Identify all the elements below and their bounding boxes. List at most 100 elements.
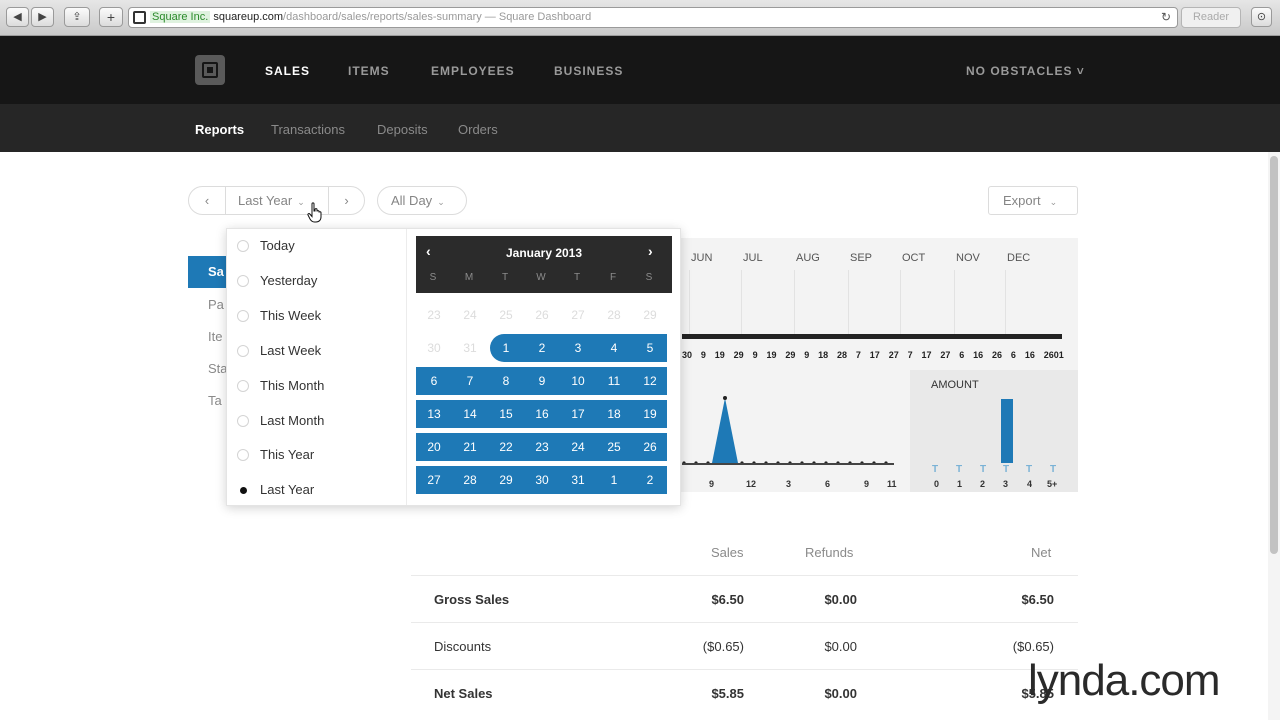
nav-business[interactable]: BUSINESS <box>554 64 623 78</box>
month-label: JUN <box>691 252 713 264</box>
calendar-day[interactable]: 27 <box>416 466 452 494</box>
amount-label: 5+ <box>1047 479 1058 489</box>
address-bar[interactable]: Square Inc. squareup.com/dashboard/sales… <box>128 7 1178 28</box>
amount-label: 1 <box>957 479 963 489</box>
radio-icon[interactable] <box>237 275 249 287</box>
preset-yesterday[interactable]: Yesterday <box>235 266 405 296</box>
subnav-reports[interactable]: Reports <box>195 122 244 137</box>
calendar-day[interactable]: 20 <box>416 433 452 461</box>
calendar-day[interactable]: 3 <box>560 334 596 362</box>
amount-label: 2 <box>980 479 986 489</box>
reader-button[interactable]: Reader <box>1181 7 1241 28</box>
square-logo-icon[interactable] <box>195 55 225 85</box>
preset-last-month[interactable]: Last Month <box>235 406 405 436</box>
calendar-day[interactable]: 30 <box>524 466 560 494</box>
calendar-day[interactable]: 23 <box>416 301 452 329</box>
reload-icon[interactable]: ↻ <box>1161 8 1171 27</box>
forward-button[interactable]: ▶ <box>31 7 54 27</box>
radio-icon[interactable] <box>237 240 249 252</box>
previous-range-button[interactable]: ‹ <box>188 186 226 215</box>
calendar-day[interactable]: 18 <box>596 400 632 428</box>
calendar-day[interactable]: 27 <box>560 301 596 329</box>
calendar-day[interactable]: 29 <box>632 301 668 329</box>
preset-last-week[interactable]: Last Week <box>235 336 405 366</box>
calendar-day[interactable]: 30 <box>416 334 452 362</box>
downloads-icon[interactable]: ⊙ <box>1251 7 1272 27</box>
side-menu-item[interactable]: Ta <box>208 393 222 408</box>
sub-navigation: Reports Transactions Deposits Orders <box>0 104 1280 152</box>
calendar-day[interactable]: 29 <box>488 466 524 494</box>
gridline <box>848 270 849 334</box>
calendar-day[interactable]: 14 <box>452 400 488 428</box>
calendar-day[interactable]: 21 <box>452 433 488 461</box>
subnav-transactions[interactable]: Transactions <box>271 122 345 137</box>
calendar-next-month-icon[interactable]: › <box>648 243 653 259</box>
back-button[interactable]: ◀ <box>6 7 29 27</box>
radio-icon[interactable] <box>237 310 249 322</box>
calendar-day[interactable]: 12 <box>632 367 668 395</box>
timeline-bar[interactable] <box>682 334 1062 339</box>
nav-employees[interactable]: EMPLOYEES <box>431 64 515 78</box>
calendar-day[interactable]: 25 <box>596 433 632 461</box>
preset-today[interactable]: Today <box>235 231 405 261</box>
calendar-day[interactable]: 1 <box>488 334 524 362</box>
calendar-day[interactable]: 2 <box>524 334 560 362</box>
page-scrollbar-thumb[interactable] <box>1270 156 1278 554</box>
calendar-day[interactable]: 13 <box>416 400 452 428</box>
calendar-day[interactable]: 2 <box>632 466 668 494</box>
calendar-day[interactable]: 22 <box>488 433 524 461</box>
calendar-day[interactable]: 5 <box>632 334 668 362</box>
radio-icon[interactable] <box>237 380 249 392</box>
calendar-day[interactable]: 7 <box>452 367 488 395</box>
calendar-day[interactable]: 1 <box>596 466 632 494</box>
row-label: Net Sales <box>434 686 493 701</box>
subnav-deposits[interactable]: Deposits <box>377 122 428 137</box>
calendar-day[interactable]: 26 <box>524 301 560 329</box>
timeline-tick: 19 <box>714 350 725 360</box>
calendar-day[interactable]: 11 <box>596 367 632 395</box>
calendar-day[interactable]: 10 <box>560 367 596 395</box>
radio-selected-icon[interactable] <box>237 484 249 496</box>
radio-icon[interactable] <box>237 345 249 357</box>
calendar-day[interactable]: 24 <box>560 433 596 461</box>
next-range-button[interactable]: › <box>328 186 365 215</box>
preset-this-week[interactable]: This Week <box>235 301 405 331</box>
calendar-day[interactable]: 16 <box>524 400 560 428</box>
calendar-day[interactable]: 24 <box>452 301 488 329</box>
calendar-header: ‹ January 2013 › S M T W T F S <box>416 236 672 293</box>
preset-this-month[interactable]: This Month <box>235 371 405 401</box>
calendar-day[interactable]: 15 <box>488 400 524 428</box>
calendar-day[interactable]: 28 <box>596 301 632 329</box>
timeline-tick: 9 <box>752 350 758 360</box>
time-of-day-select[interactable]: All Day ⌄ <box>377 186 467 215</box>
preset-this-year[interactable]: This Year <box>235 440 405 470</box>
preset-last-year[interactable]: Last Year <box>235 475 405 505</box>
calendar-day[interactable]: 6 <box>416 367 452 395</box>
account-menu[interactable]: NO OBSTACLES ˅ <box>966 64 1085 78</box>
new-tab-button[interactable]: + <box>99 7 123 27</box>
side-menu-item[interactable]: Pa <box>208 297 224 312</box>
timeline-tick: 9 <box>700 350 706 360</box>
calendar-day[interactable]: 17 <box>560 400 596 428</box>
side-menu-item[interactable]: Ite <box>208 329 222 344</box>
calendar-day[interactable]: 31 <box>452 334 488 362</box>
nav-items[interactable]: ITEMS <box>348 64 390 78</box>
side-menu-item[interactable]: Sta <box>208 361 228 376</box>
radio-icon[interactable] <box>237 415 249 427</box>
calendar-day[interactable]: 26 <box>632 433 668 461</box>
preset-label: Last Week <box>260 343 322 358</box>
subnav-orders[interactable]: Orders <box>458 122 498 137</box>
export-button[interactable]: Export ⌄ <box>988 186 1078 215</box>
radio-icon[interactable] <box>237 449 249 461</box>
nav-sales[interactable]: SALES <box>265 64 310 78</box>
calendar-day[interactable]: 19 <box>632 400 668 428</box>
share-button[interactable]: ⇪ <box>64 7 90 27</box>
calendar-day[interactable]: 31 <box>560 466 596 494</box>
calendar-day[interactable]: 28 <box>452 466 488 494</box>
url-host: squareup.com <box>213 11 284 23</box>
calendar-day[interactable]: 8 <box>488 367 524 395</box>
calendar-day[interactable]: 23 <box>524 433 560 461</box>
calendar-day[interactable]: 4 <box>596 334 632 362</box>
calendar-day[interactable]: 9 <box>524 367 560 395</box>
calendar-day[interactable]: 25 <box>488 301 524 329</box>
